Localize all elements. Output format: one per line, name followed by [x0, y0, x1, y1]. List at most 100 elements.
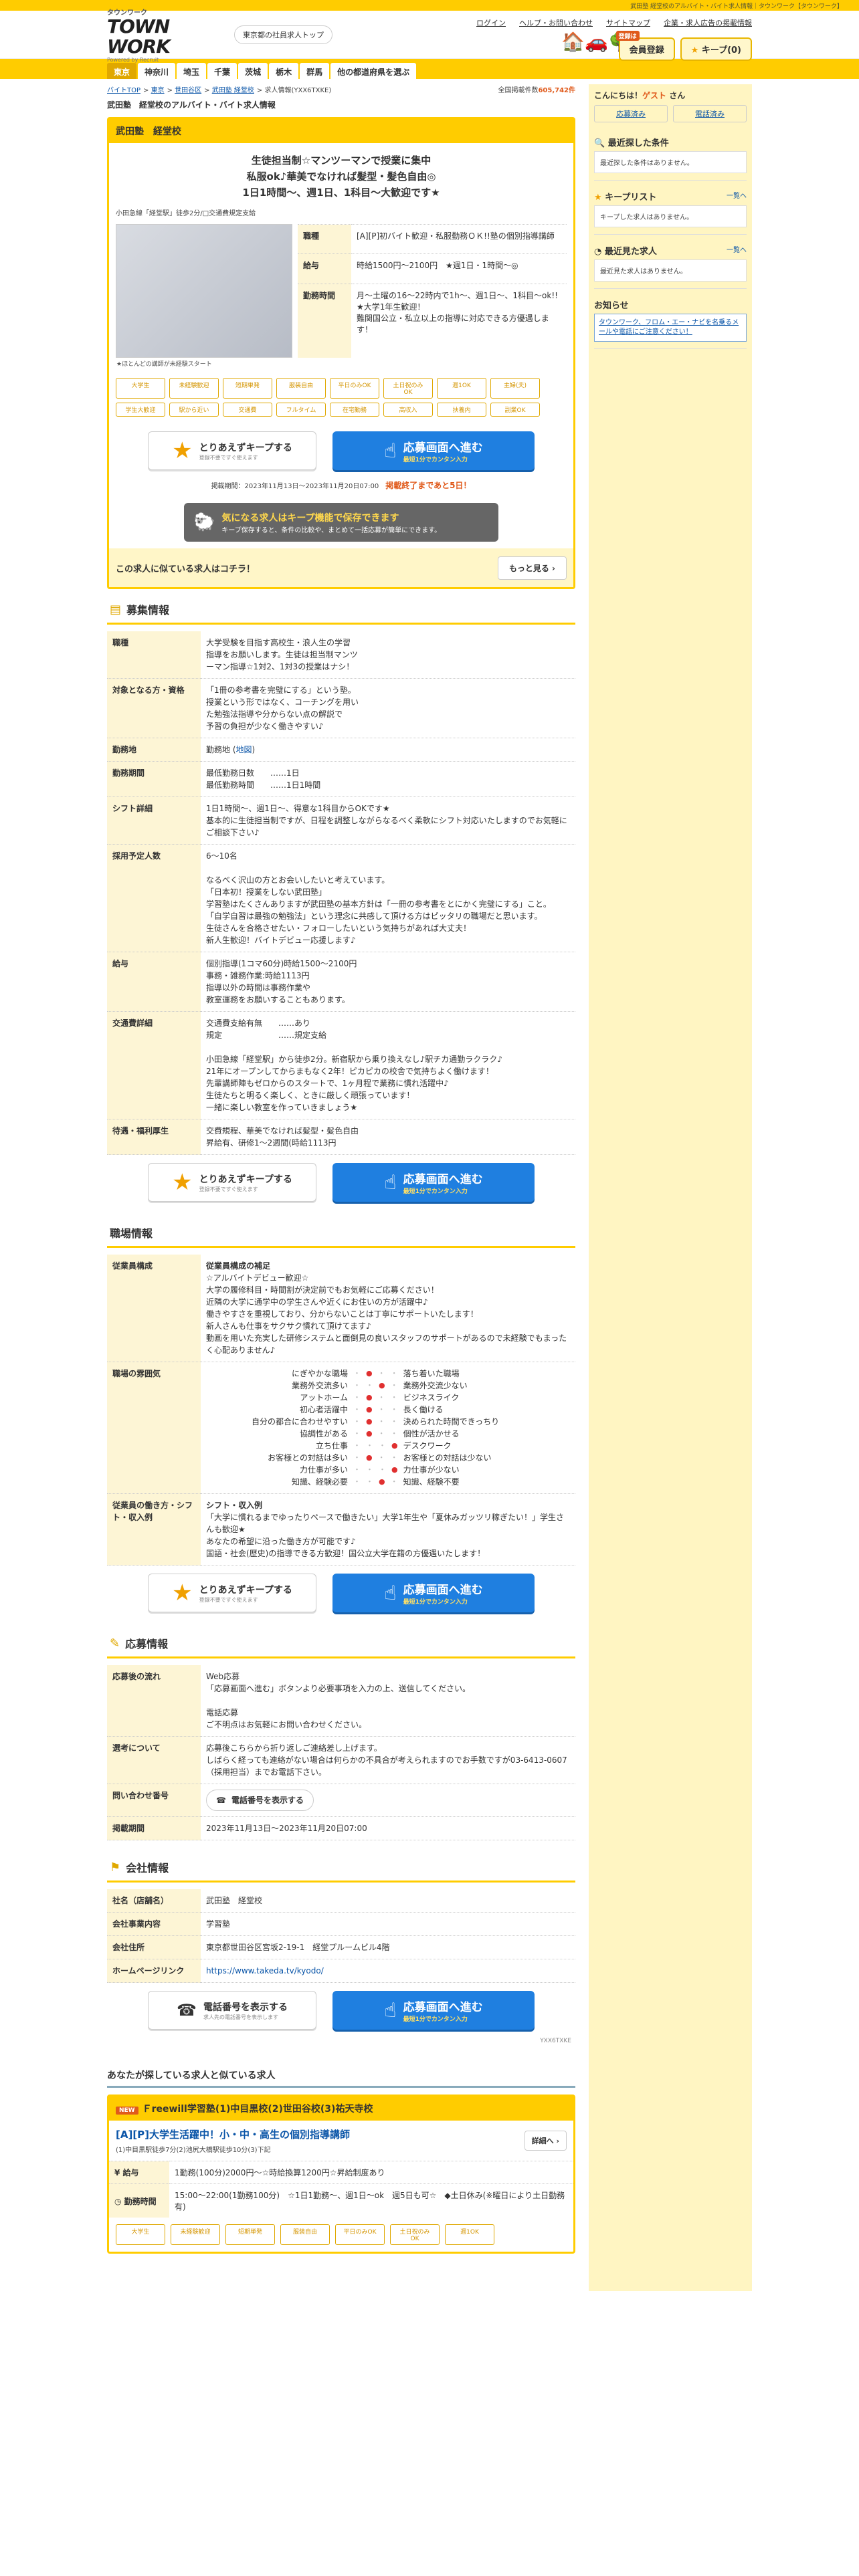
feature-chip: 土日祝のみOK: [383, 378, 433, 399]
nav-chiba[interactable]: 千葉: [207, 63, 237, 79]
nav-saitama[interactable]: 埼玉: [177, 63, 207, 79]
keep-list: ★ キープリスト 一覧へ キープした求人はありません。: [594, 181, 747, 235]
feature-chip: 平日のみOK: [335, 2224, 385, 2245]
scale-dot: ●: [366, 1429, 373, 1438]
register-button[interactable]: 登録は 会員登録: [615, 31, 675, 61]
notice-link[interactable]: タウンワーク、フロム・エー・ナビを名乗るメールや電話にご注意ください！: [594, 314, 747, 342]
table-row: 交通費詳細 交通費支給有無 ……あり 規定 ……規定支給 小田急線「経堂駅」から徒…: [107, 1011, 575, 1119]
login-link[interactable]: ログイン: [476, 17, 506, 28]
mood-scale: ・・ ● ・: [353, 1476, 398, 1488]
nav-kanagawa[interactable]: 神奈川: [138, 63, 176, 79]
feature-chip: 未経験歓迎: [171, 2224, 220, 2245]
row-key: 給与: [107, 952, 201, 1012]
nav-other[interactable]: 他の都道府県を選ぶ: [330, 63, 417, 79]
mood-right: 知識、経験不要: [403, 1477, 460, 1487]
phone-display-button[interactable]: ☎ 電話番号を表示する 求人先の電話番号を表示します: [148, 1991, 316, 2030]
mood-left: 立ち仕事: [315, 1441, 348, 1451]
keep-list-more[interactable]: 一覧へ: [727, 190, 747, 203]
apply-button[interactable]: ☝ 応募画面へ進む 最短1分でカンタン入力: [332, 431, 535, 470]
similar-job-card: NEW Ｆreewill学習塾(1)中目黒校(2)世田谷校(3)祐天寺校 [A][…: [107, 2095, 575, 2254]
similar-jobs-bar: この求人に似ている求人はコチラ！ もっと見る ›: [109, 548, 573, 587]
keep-button[interactable]: ★ とりあえずキープする 登録不要ですぐ使えます: [148, 1574, 316, 1612]
time-value: 15:00〜22:00(1勤務100分) ☆1日1勤務〜、週1日〜ok 週5日も…: [169, 2183, 573, 2218]
star-icon: ★: [172, 1169, 193, 1196]
recruit-table: 職種 大学受験を目指す高校生・浪人生の学習 指導をお願いします。生徒は担当制マンツ…: [107, 631, 575, 1155]
header: タウンワーク TOWN WORK Powered by Recruit 東京都の…: [0, 9, 859, 63]
scale-dot: ●: [366, 1417, 373, 1426]
similar-company: Ｆreewill学習塾(1)中目黒校(2)世田谷校(3)祐天寺校: [142, 2104, 373, 2115]
similar-job-link[interactable]: [A][P]大学生活躍中！小・中・高生の個別指導講師: [116, 2129, 350, 2141]
scale-dot: ●: [366, 1393, 373, 1402]
row-key: 勤務地: [107, 738, 201, 762]
row-key: 待遇・福利厚生: [107, 1119, 201, 1155]
row-key: 従業員の働き方・シフト・収入例: [107, 1493, 201, 1566]
company-section: ⚑ 会社情報 社名（店舗名） 武田塾 経堂校 会社事業内容 学習塾 会社住所 東京都世田…: [107, 1847, 575, 2055]
scale-dot: ●: [366, 1453, 373, 1462]
row-text: 「1冊の参考書を完璧にする」という塾。 授業という形ではなく、コーチングを用い …: [206, 685, 359, 731]
nav-ibaraki[interactable]: 茨城: [238, 63, 268, 79]
mood-chart: にぎやかな職場・ ● ・・落ち着いた職場 業務外交流多い・・ ● ・業務外交流少ない アット…: [206, 1368, 570, 1488]
recent-view-more[interactable]: 一覧へ: [727, 244, 747, 257]
mood-row: 知識、経験必要・・ ● ・知識、経験不要: [206, 1476, 570, 1488]
recruit-section: ▤ 募集情報 職種 大学受験を目指す高校生・浪人生の学習 指導をお願いします。生徒は…: [107, 589, 575, 1212]
keep-button[interactable]: ★ とりあえずキープする 登録不要ですぐ使えます: [148, 431, 316, 470]
applied-button[interactable]: 応募済み: [594, 105, 668, 122]
row-value: Web応募 「応募画面へ進む」ボタンより必要事項を入力の上、送信してください。 …: [201, 1665, 575, 1737]
feature-chip: 短期単発: [223, 378, 272, 399]
keep-header-button[interactable]: ★ キープ(0): [680, 37, 752, 61]
mood-left: 知識、経験必要: [291, 1477, 348, 1487]
deadline-label: 掲載終了まであと: [385, 481, 450, 490]
feature-chip: 副業OK: [490, 403, 540, 417]
map-link[interactable]: 地図: [236, 745, 252, 754]
scale-dot: ・: [353, 1465, 361, 1474]
homepage-link[interactable]: https://www.takeda.tv/kyodo/: [206, 1966, 324, 1975]
row-value: 武田塾 経堂校: [201, 1889, 575, 1913]
apply-button[interactable]: ☝ 応募画面へ進む 最短1分でカンタン入力: [332, 1574, 535, 1612]
sitemap-link[interactable]: サイトマップ: [606, 17, 650, 28]
show-phone-button[interactable]: ☎ 電話番号を表示する: [206, 1790, 314, 1811]
row-key: 職場の雰囲気: [107, 1362, 201, 1494]
workplace-section: 職場情報 従業員構成 従業員構成の補足 ☆アルバイトデビュー歓迎☆ 大学の履修科目・…: [107, 1212, 575, 1623]
mood-row: お客様との対話は多い・ ● ・・お客様との対話は少ない: [206, 1452, 570, 1464]
row-key: 対象となる方・資格: [107, 678, 201, 738]
row-key: 社名（店舗名）: [107, 1889, 201, 1913]
keep-sub: 登録不要ですぐ使えます: [199, 454, 258, 461]
keep-banner[interactable]: 🐑 気になる求人はキープ機能で保存できます キープ保存すると、条件の比較や、まとめて…: [184, 503, 498, 542]
mood-row: アットホーム・ ● ・・ビジネスライク: [206, 1392, 570, 1404]
more-button[interactable]: もっと見る ›: [497, 556, 567, 580]
townwork-logo[interactable]: タウンワーク TOWN WORK Powered by Recruit: [107, 7, 227, 63]
recruit-heading: ▤ 募集情報: [107, 596, 575, 625]
row-value: 個別指導(1コマ60分)時給1500〜2100円 事務・雑務作業:時給1113円…: [201, 952, 575, 1012]
corporate-link[interactable]: 企業・求人広告の掲載情報: [664, 17, 752, 28]
history-buttons: 応募済み 電話済み: [594, 101, 747, 126]
crumb-setagaya[interactable]: 世田谷区: [175, 87, 201, 94]
crumb-tokyo[interactable]: 東京: [151, 87, 165, 94]
scale-dot: ・: [390, 1453, 398, 1462]
apply-button[interactable]: ☝ 応募画面へ進む 最短1分でカンタン入力: [332, 1163, 535, 1202]
detail-button[interactable]: 詳細へ ›: [524, 2131, 567, 2151]
row-subhead: シフト・収入例: [206, 1501, 263, 1510]
catch-line: 1日1時間〜、週1日、1科目〜大歓迎です★: [242, 187, 440, 199]
nav-tokyo[interactable]: 東京: [107, 63, 137, 79]
row-key: 職種: [107, 631, 201, 679]
station-info: 小田急線「経堂駅」徒歩2分/□交通費規定支給: [116, 210, 256, 217]
mood-scale: ・ ● ・・: [353, 1368, 398, 1380]
mood-row: にぎやかな職場・ ● ・・落ち着いた職場: [206, 1368, 570, 1380]
nav-tochigi[interactable]: 栃木: [269, 63, 299, 79]
help-link[interactable]: ヘルプ・お問い合わせ: [519, 17, 593, 28]
keep-button[interactable]: ★ とりあえずキープする 登録不要ですぐ使えます: [148, 1163, 316, 1202]
called-button[interactable]: 電話済み: [673, 105, 747, 122]
area-top-button[interactable]: 東京都の社員求人トップ: [234, 25, 332, 44]
search-icon: 🔍: [594, 138, 605, 148]
nav-gunma[interactable]: 群馬: [300, 63, 330, 79]
crumb-top[interactable]: バイトTOP: [107, 87, 140, 94]
flag-icon: ⚑: [110, 1860, 121, 1874]
new-badge: NEW: [116, 2107, 138, 2115]
apply-button[interactable]: ☝ 応募画面へ進む 最短1分でカンタン入力: [332, 1991, 535, 2030]
scale-dot: ・: [377, 1369, 385, 1378]
row-text: 6〜10名 なるべく沢山の方とお会いしたいと考えています。 「日本初！授業をしな…: [206, 851, 551, 945]
time-key: ◷ 勤務時間: [109, 2183, 169, 2218]
scale-dot: ・: [390, 1405, 398, 1414]
crumb-store[interactable]: 武田塾 経堂校: [212, 87, 254, 94]
summary-value: [A][P]初バイト歓迎・私服勤務ＯＫ!!塾の個別指導講師: [351, 223, 567, 254]
